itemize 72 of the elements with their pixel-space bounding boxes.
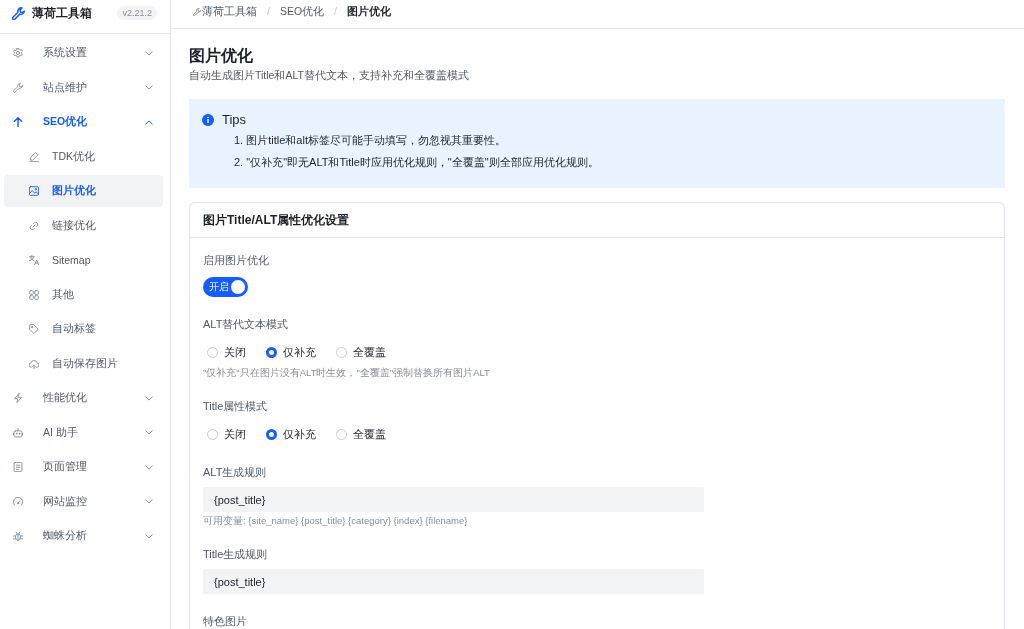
chevron-down-icon <box>145 50 153 56</box>
pencil-icon <box>29 151 39 162</box>
chevron-down-icon <box>145 464 153 470</box>
version-badge: v2.21.2 <box>117 6 157 20</box>
breadcrumb-current: 图片优化 <box>347 5 392 18</box>
radio-option[interactable]: 关闭 <box>207 426 246 442</box>
gauge-icon <box>13 496 23 507</box>
page-title: 图片优化 <box>189 46 254 66</box>
menu-item[interactable]: 网站监控 <box>4 485 163 518</box>
field-label: 特色图片 <box>203 614 248 629</box>
submenu-item[interactable]: 链接优化 <box>4 209 163 242</box>
chevron-down-icon <box>145 85 153 90</box>
menu-item[interactable]: 性能优化 <box>4 382 163 414</box>
breadcrumb-link[interactable]: 薄荷工具箱 <box>193 5 257 18</box>
gear-icon <box>13 48 23 58</box>
menu-item[interactable]: AI 助手 <box>4 416 163 449</box>
chevron-down-icon <box>145 395 153 401</box>
tips-title: Tips <box>222 111 247 129</box>
bug-icon <box>13 531 23 541</box>
robot-icon <box>13 427 23 438</box>
app-name: 薄荷工具箱 <box>32 6 92 21</box>
breadcrumb-separator: / <box>334 5 338 18</box>
radio-option[interactable]: 全覆盖 <box>336 344 386 360</box>
menu-item[interactable]: 蜘蛛分析 <box>4 520 163 552</box>
grid-icon <box>29 289 39 300</box>
lightning-icon <box>13 393 23 403</box>
field-label: 启用图片优化 <box>203 253 270 268</box>
tip-text: 1. 图片title和alt标签尽可能手动填写，勿忽视其重要性。 <box>233 133 507 148</box>
field-label: ALT替代文本模式 <box>203 317 290 332</box>
toggle-switch[interactable]: 开启 <box>203 277 248 297</box>
link-icon <box>29 220 39 231</box>
submenu-item[interactable]: 自动保存图片 <box>4 347 163 380</box>
tip-text: 2. "仅补充"即无ALT和Title时应用优化规则，"全覆盖"则全部应用优化规则。 <box>233 155 600 170</box>
wrench-icon <box>12 7 25 20</box>
switch-knob <box>231 280 245 294</box>
field-label: Title属性模式 <box>203 399 269 414</box>
tag-icon <box>29 324 39 334</box>
text-input[interactable]: {post_title} <box>203 487 704 512</box>
menu-item[interactable]: 站点维护 <box>4 71 163 104</box>
menu-item[interactable]: 页面管理 <box>4 451 163 483</box>
page-subtitle: 自动生成图片Title和ALT替代文本，支持补充和全覆盖模式 <box>189 68 470 82</box>
field-label: Title生成规则 <box>203 547 269 562</box>
field-hint: "仅补充"只在图片没有ALT时生效，"全覆盖"强制替换所有图片ALT <box>203 367 491 379</box>
submenu-item[interactable]: 图片优化 <box>4 175 163 207</box>
cloud-icon <box>29 358 39 369</box>
chevron-down-icon <box>145 533 153 539</box>
menu-item[interactable]: 系统设置 <box>4 37 163 69</box>
radio-option[interactable]: 仅补充 <box>266 426 316 442</box>
breadcrumb-separator: / <box>267 5 270 18</box>
radio-option[interactable]: 全覆盖 <box>336 426 386 442</box>
field-label: ALT生成规则 <box>203 465 268 480</box>
submenu-item[interactable]: TDK优化 <box>4 140 163 173</box>
card-title: 图片Title/ALT属性优化设置 <box>203 211 350 229</box>
text-input[interactable]: {post_title} <box>203 569 704 594</box>
submenu-item[interactable]: Sitemap <box>4 244 163 276</box>
radio-option[interactable]: 仅补充 <box>266 344 316 360</box>
menu-item[interactable]: SEO优化 <box>4 106 163 138</box>
chevron-down-icon <box>145 499 153 504</box>
document-icon <box>13 462 23 472</box>
breadcrumb-link[interactable]: SEO优化 <box>279 5 325 18</box>
translate-icon <box>29 255 39 265</box>
submenu-item[interactable]: 自动标签 <box>4 313 163 345</box>
chevron-up-icon <box>145 119 153 125</box>
wrench-icon <box>193 7 201 16</box>
wrench-icon <box>13 82 23 93</box>
arrow-up-icon <box>13 117 23 127</box>
radio-option[interactable]: 关闭 <box>207 344 246 360</box>
info-icon <box>202 114 214 126</box>
chevron-down-icon <box>145 430 153 435</box>
image-icon <box>29 186 39 196</box>
submenu-item[interactable]: 其他 <box>4 278 163 311</box>
field-hint: 可用变量: {site_name} {post_title} {category} {index} {filename} <box>203 515 469 527</box>
